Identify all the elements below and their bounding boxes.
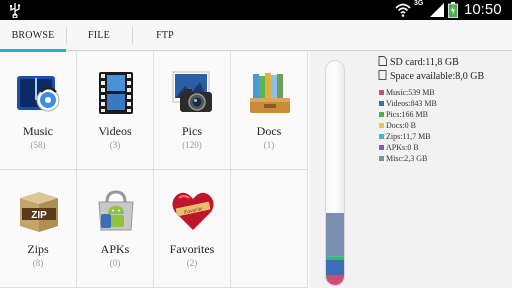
android-icon (98, 190, 134, 231)
legend-swatch (379, 123, 384, 128)
legend-label: Zips:11,7 MB (386, 132, 431, 141)
network-type: 3G (414, 0, 424, 7)
tab-file[interactable]: FILE (66, 20, 132, 51)
storage-segment (326, 275, 344, 285)
category-label: Pics (181, 124, 202, 138)
category-label: Docs (256, 124, 282, 138)
camera-icon (172, 71, 212, 112)
zip-box-icon: ZIP (20, 192, 58, 232)
legend-label: Music:539 MB (386, 88, 435, 97)
legend-label: Misc:2,3 GB (386, 154, 428, 163)
wifi-icon (395, 3, 411, 17)
legend-item: Videos:843 MB (379, 99, 437, 108)
space-available-label: Space available:8,0 GB (390, 71, 485, 82)
storage-used-fill (326, 213, 344, 285)
tab-browse[interactable]: BROWSE (0, 20, 66, 52)
tab-browse-label: BROWSE (11, 30, 55, 41)
category-count: (0) (109, 258, 121, 268)
legend-label: Docs:0 B (386, 121, 416, 130)
tab-bar: BROWSE FILE FTP (0, 20, 512, 52)
storage-segment (326, 213, 344, 257)
heart-icon: Favorite (172, 192, 214, 230)
legend-label: Videos:843 MB (386, 99, 437, 108)
tab-ftp[interactable]: FTP (132, 20, 198, 51)
category-docs[interactable]: Docs (1) (231, 52, 308, 170)
category-videos[interactable]: Videos (3) (77, 52, 154, 170)
category-favorites[interactable]: Favorite Favorites (2) (154, 170, 231, 288)
category-count: (1) (263, 140, 275, 150)
signal-icon (430, 3, 444, 17)
sd-card-label: SD card:11,8 GB (390, 57, 459, 68)
category-label: Music (23, 124, 53, 138)
tab-file-label: FILE (88, 30, 110, 41)
legend-item: Music:539 MB (379, 88, 435, 97)
category-count: (58) (30, 140, 46, 150)
space-available: Space available:8,0 GB (378, 70, 484, 82)
storage-usage-bar (325, 60, 345, 286)
svg-text:ZIP: ZIP (31, 210, 47, 221)
legend-item: APKs:0 B (379, 143, 419, 152)
category-label: Videos (98, 124, 132, 138)
music-icon (17, 76, 60, 112)
storage-segment (326, 256, 344, 260)
status-bar: 3G 10:50 (0, 0, 512, 20)
category-music[interactable]: Music (58) (0, 52, 77, 170)
category-pics[interactable]: Pics (120) (154, 52, 231, 170)
category-count: (8) (32, 258, 44, 268)
category-label: Favorites (169, 242, 215, 256)
legend-swatch (379, 112, 384, 117)
category-apks[interactable]: APKs (0) (77, 170, 154, 288)
legend-label: APKs:0 B (386, 143, 419, 152)
books-icon (250, 73, 290, 113)
category-label: Zips (27, 242, 49, 256)
legend-swatch (379, 156, 384, 161)
storage-segment (326, 259, 344, 276)
sd-card-total: SD card:11,8 GB (378, 56, 459, 68)
storage-usage-panel (310, 52, 362, 288)
legend-item: Docs:0 B (379, 121, 416, 130)
battery-icon (448, 2, 458, 18)
legend-item: Misc:2,3 GB (379, 154, 427, 163)
sd-card-icon (378, 56, 387, 66)
film-icon (99, 72, 133, 114)
legend-swatch (379, 134, 384, 139)
page-icon (378, 70, 387, 80)
usb-icon (10, 3, 21, 18)
tab-ftp-label: FTP (156, 30, 174, 41)
empty-cell (231, 170, 308, 288)
legend-swatch (379, 101, 384, 106)
storage-info: SD card:11,8 GB Space available:8,0 GB M… (362, 52, 512, 288)
category-count: (2) (186, 258, 198, 268)
category-label: APKs (100, 242, 130, 256)
category-grid: Music (58) Videos (3) Pics (120) Docs (1… (0, 52, 310, 288)
category-zips[interactable]: ZIP Zips (8) (0, 170, 77, 288)
legend-item: Pics:166 MB (379, 110, 428, 119)
legend-label: Pics:166 MB (386, 110, 429, 119)
legend-swatch (379, 90, 384, 95)
clock: 10:50 (464, 1, 502, 18)
legend-swatch (379, 145, 384, 150)
category-count: (120) (182, 140, 202, 150)
legend-item: Zips:11,7 MB (379, 132, 431, 141)
category-count: (3) (109, 140, 121, 150)
